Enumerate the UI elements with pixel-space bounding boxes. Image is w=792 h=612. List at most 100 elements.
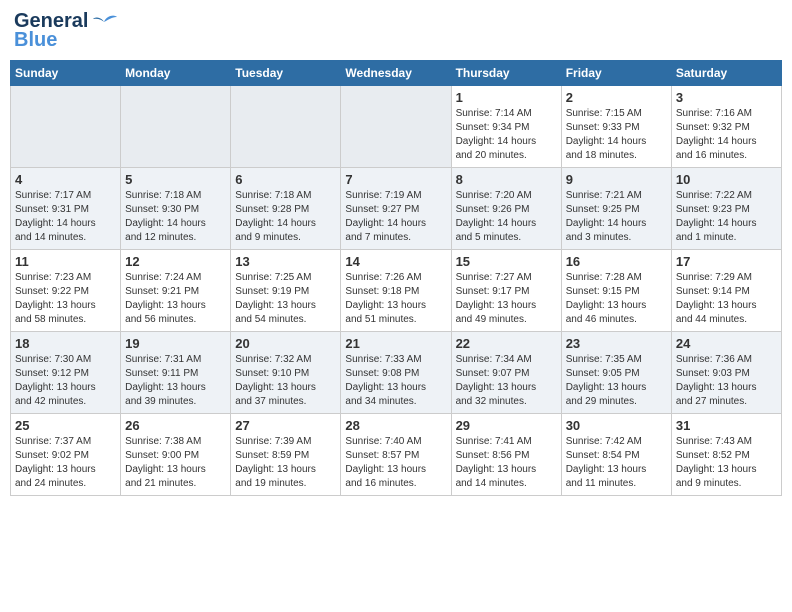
day-number: 16 [566,254,667,269]
day-number: 30 [566,418,667,433]
day-info: Sunrise: 7:31 AM Sunset: 9:11 PM Dayligh… [125,353,226,409]
calendar-cell [231,86,341,168]
calendar-cell [341,86,451,168]
day-number: 28 [345,418,446,433]
calendar-cell: 7 Sunrise: 7:19 AM Sunset: 9:27 PM Daylig… [341,168,451,250]
calendar-cell: 21 Sunrise: 7:33 AM Sunset: 9:08 PM Dayli… [341,332,451,414]
day-info: Sunrise: 7:28 AM Sunset: 9:15 PM Dayligh… [566,271,667,327]
day-info: Sunrise: 7:25 AM Sunset: 9:19 PM Dayligh… [235,271,336,327]
calendar-cell: 27Sunrise: 7:39 AM Sunset: 8:59 PM Dayli… [231,414,341,496]
header-thursday: Thursday [451,61,561,86]
calendar-cell: 25 Sunrise: 7:37 AM Sunset: 9:02 PM Dayli… [11,414,121,496]
logo-blue: Blue [14,29,57,52]
calendar-week-4: 18 Sunrise: 7:30 AM Sunset: 9:12 PM Dayli… [11,332,782,414]
day-number: 10 [676,172,777,187]
day-number: 3 [676,90,777,105]
day-info: Sunrise: 7:14 AM Sunset: 9:34 PM Dayligh… [456,107,557,163]
header-monday: Monday [121,61,231,86]
calendar-cell: 1 Sunrise: 7:14 AM Sunset: 9:34 PM Daylig… [451,86,561,168]
day-number: 21 [345,336,446,351]
day-number: 26 [125,418,226,433]
day-number: 14 [345,254,446,269]
day-info: Sunrise: 7:17 AM Sunset: 9:31 PM Dayligh… [15,189,116,245]
day-number: 31 [676,418,777,433]
logo: General Blue [14,10,118,52]
header-tuesday: Tuesday [231,61,341,86]
calendar-cell: 5 Sunrise: 7:18 AM Sunset: 9:30 PM Daylig… [121,168,231,250]
day-info: Sunrise: 7:23 AM Sunset: 9:22 PM Dayligh… [15,271,116,327]
header-wednesday: Wednesday [341,61,451,86]
day-number: 6 [235,172,336,187]
calendar-cell [121,86,231,168]
day-number: 7 [345,172,446,187]
day-number: 8 [456,172,557,187]
day-number: 15 [456,254,557,269]
calendar-cell: 12 Sunrise: 7:24 AM Sunset: 9:21 PM Dayli… [121,250,231,332]
day-number: 24 [676,336,777,351]
day-info: Sunrise: 7:32 AM Sunset: 9:10 PM Dayligh… [235,353,336,409]
calendar-cell: 24Sunrise: 7:36 AM Sunset: 9:03 PM Dayli… [671,332,781,414]
calendar-cell: 10Sunrise: 7:22 AM Sunset: 9:23 PM Dayli… [671,168,781,250]
day-number: 19 [125,336,226,351]
calendar-cell: 2Sunrise: 7:15 AM Sunset: 9:33 PM Daylig… [561,86,671,168]
calendar-cell: 8 Sunrise: 7:20 AM Sunset: 9:26 PM Daylig… [451,168,561,250]
day-info: Sunrise: 7:40 AM Sunset: 8:57 PM Dayligh… [345,435,446,491]
day-info: Sunrise: 7:18 AM Sunset: 9:28 PM Dayligh… [235,189,336,245]
day-info: Sunrise: 7:27 AM Sunset: 9:17 PM Dayligh… [456,271,557,327]
day-info: Sunrise: 7:38 AM Sunset: 9:00 PM Dayligh… [125,435,226,491]
day-info: Sunrise: 7:18 AM Sunset: 9:30 PM Dayligh… [125,189,226,245]
calendar-cell [11,86,121,168]
day-info: Sunrise: 7:30 AM Sunset: 9:12 PM Dayligh… [15,353,116,409]
calendar-cell: 30Sunrise: 7:42 AM Sunset: 8:54 PM Dayli… [561,414,671,496]
calendar-week-3: 11 Sunrise: 7:23 AM Sunset: 9:22 PM Dayli… [11,250,782,332]
day-number: 29 [456,418,557,433]
day-info: Sunrise: 7:20 AM Sunset: 9:26 PM Dayligh… [456,189,557,245]
day-number: 1 [456,90,557,105]
day-number: 27 [235,418,336,433]
calendar-cell: 11 Sunrise: 7:23 AM Sunset: 9:22 PM Dayli… [11,250,121,332]
day-info: Sunrise: 7:19 AM Sunset: 9:27 PM Dayligh… [345,189,446,245]
day-number: 4 [15,172,116,187]
calendar-cell: 16 Sunrise: 7:28 AM Sunset: 9:15 PM Dayli… [561,250,671,332]
header-saturday: Saturday [671,61,781,86]
calendar-cell: 20 Sunrise: 7:32 AM Sunset: 9:10 PM Dayli… [231,332,341,414]
header-friday: Friday [561,61,671,86]
day-number: 11 [15,254,116,269]
calendar-cell: 23Sunrise: 7:35 AM Sunset: 9:05 PM Dayli… [561,332,671,414]
day-info: Sunrise: 7:26 AM Sunset: 9:18 PM Dayligh… [345,271,446,327]
day-number: 22 [456,336,557,351]
day-info: Sunrise: 7:33 AM Sunset: 9:08 PM Dayligh… [345,353,446,409]
calendar-cell: 26 Sunrise: 7:38 AM Sunset: 9:00 PM Dayli… [121,414,231,496]
calendar-cell: 13Sunrise: 7:25 AM Sunset: 9:19 PM Dayli… [231,250,341,332]
page-header: General Blue [10,10,782,52]
calendar-cell: 4 Sunrise: 7:17 AM Sunset: 9:31 PM Daylig… [11,168,121,250]
day-info: Sunrise: 7:24 AM Sunset: 9:21 PM Dayligh… [125,271,226,327]
calendar-cell: 14 Sunrise: 7:26 AM Sunset: 9:18 PM Dayli… [341,250,451,332]
calendar-cell: 17Sunrise: 7:29 AM Sunset: 9:14 PM Dayli… [671,250,781,332]
day-info: Sunrise: 7:37 AM Sunset: 9:02 PM Dayligh… [15,435,116,491]
logo-bird-icon [90,12,118,32]
day-number: 25 [15,418,116,433]
day-number: 12 [125,254,226,269]
header-sunday: Sunday [11,61,121,86]
day-number: 18 [15,336,116,351]
day-info: Sunrise: 7:21 AM Sunset: 9:25 PM Dayligh… [566,189,667,245]
calendar-week-2: 4 Sunrise: 7:17 AM Sunset: 9:31 PM Daylig… [11,168,782,250]
calendar-cell: 31Sunrise: 7:43 AM Sunset: 8:52 PM Dayli… [671,414,781,496]
day-info: Sunrise: 7:16 AM Sunset: 9:32 PM Dayligh… [676,107,777,163]
calendar-cell: 18 Sunrise: 7:30 AM Sunset: 9:12 PM Dayli… [11,332,121,414]
calendar-week-5: 25 Sunrise: 7:37 AM Sunset: 9:02 PM Dayli… [11,414,782,496]
day-number: 20 [235,336,336,351]
calendar-cell: 29Sunrise: 7:41 AM Sunset: 8:56 PM Dayli… [451,414,561,496]
calendar-cell: 28 Sunrise: 7:40 AM Sunset: 8:57 PM Dayli… [341,414,451,496]
day-info: Sunrise: 7:15 AM Sunset: 9:33 PM Dayligh… [566,107,667,163]
calendar-cell: 22 Sunrise: 7:34 AM Sunset: 9:07 PM Dayli… [451,332,561,414]
day-info: Sunrise: 7:34 AM Sunset: 9:07 PM Dayligh… [456,353,557,409]
calendar-cell: 3 Sunrise: 7:16 AM Sunset: 9:32 PM Daylig… [671,86,781,168]
day-number: 23 [566,336,667,351]
calendar-table: SundayMondayTuesdayWednesdayThursdayFrid… [10,60,782,496]
calendar-header-row: SundayMondayTuesdayWednesdayThursdayFrid… [11,61,782,86]
day-number: 5 [125,172,226,187]
calendar-cell: 6 Sunrise: 7:18 AM Sunset: 9:28 PM Daylig… [231,168,341,250]
calendar-week-1: 1 Sunrise: 7:14 AM Sunset: 9:34 PM Daylig… [11,86,782,168]
